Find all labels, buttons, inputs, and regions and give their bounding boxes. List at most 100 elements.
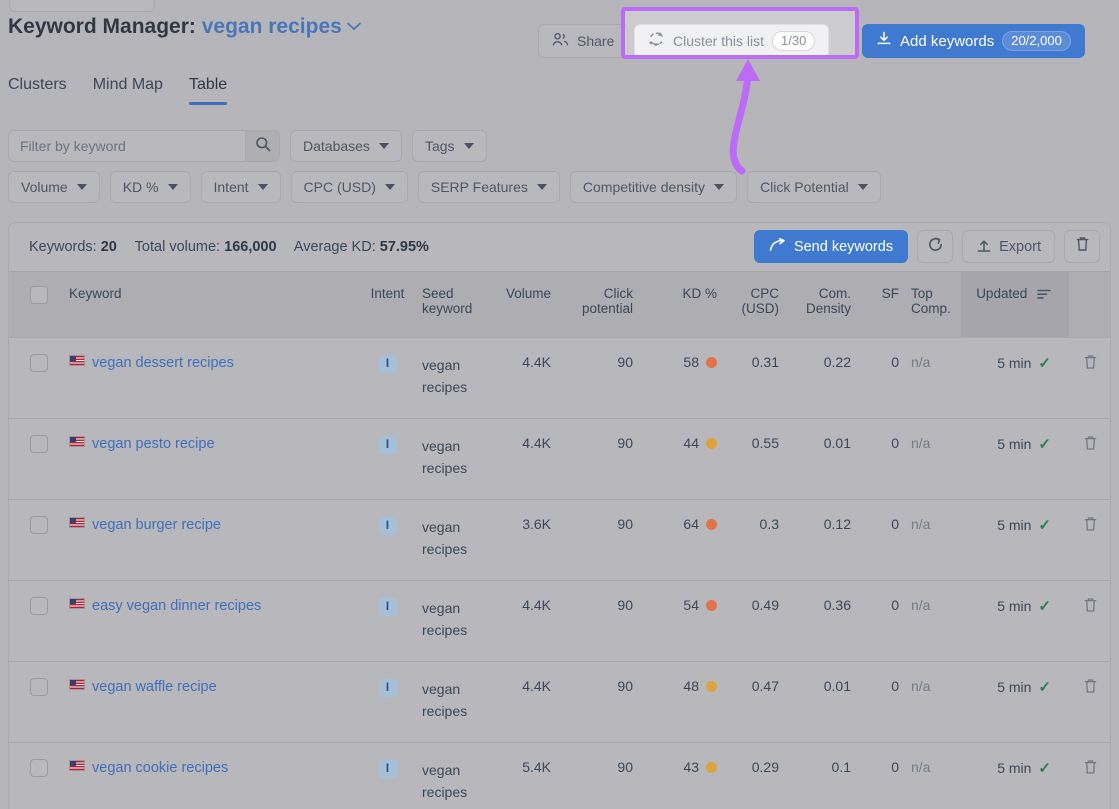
keyword-filter[interactable]: [8, 130, 280, 162]
updated-cell: 5 min ✓: [961, 661, 1069, 743]
row-checkbox[interactable]: [30, 435, 48, 453]
table-row[interactable]: vegan dessert recipes Ivegan recipes 4.4K 90…: [9, 337, 1110, 419]
click-potential-cell: 90: [573, 499, 655, 581]
filter-databases[interactable]: Databases: [290, 130, 402, 162]
refresh-button[interactable]: [917, 230, 954, 263]
col-kd[interactable]: KD %: [655, 271, 727, 338]
col-volume[interactable]: Volume: [498, 271, 573, 338]
panel-action-buttons: Send keywords Export: [753, 230, 1100, 263]
filter-serp-features[interactable]: SERP Features: [417, 171, 560, 203]
send-keywords-button[interactable]: Send keywords: [753, 230, 909, 263]
filter-kd[interactable]: KD %: [109, 171, 191, 203]
add-keywords-button[interactable]: Add keywords 20/2,000: [862, 24, 1085, 58]
row-delete-icon[interactable]: [1083, 679, 1098, 697]
row-delete-cell: [1069, 661, 1110, 743]
kd-cell: 44: [655, 418, 727, 500]
chevron-down-icon: [257, 184, 268, 190]
check-icon: ✓: [1038, 760, 1051, 777]
table-row[interactable]: vegan burger recipe Ivegan recipes 3.6K 90 64…: [9, 499, 1110, 581]
filter-click-potential[interactable]: Click Potential: [747, 171, 881, 203]
filter-cpc[interactable]: CPC (USD): [290, 171, 408, 203]
select-all-checkbox[interactable]: [30, 286, 48, 304]
chevron-down-icon: [378, 143, 389, 149]
tab-clusters[interactable]: Clusters: [8, 76, 67, 105]
row-checkbox[interactable]: [30, 516, 48, 534]
keyword-cell: vegan pesto recipe: [69, 418, 359, 500]
seed-keyword-cell: vegan recipes: [416, 742, 498, 809]
col-keyword[interactable]: Keyword: [69, 271, 359, 338]
table-row[interactable]: vegan waffle recipe Ivegan recipes 4.4K 90 48…: [9, 661, 1110, 743]
search-input[interactable]: [9, 131, 245, 161]
col-click-potential[interactable]: Click potential: [573, 271, 655, 338]
filter-row-primary: Databases Tags: [8, 130, 1108, 162]
chevron-down-icon: [384, 184, 395, 190]
search-button[interactable]: [245, 131, 279, 161]
table-row[interactable]: vegan cookie recipes Ivegan recipes 5.4K 90 4…: [9, 742, 1110, 809]
updated-cell: 5 min ✓: [961, 499, 1069, 581]
sf-cell: 0: [865, 499, 899, 581]
intent-badge[interactable]: I: [378, 598, 397, 616]
row-delete-icon[interactable]: [1083, 760, 1098, 778]
row-delete-cell: [1069, 742, 1110, 809]
keyword-link[interactable]: vegan cookie recipes: [92, 760, 228, 776]
row-checkbox[interactable]: [30, 597, 48, 615]
filter-kd-label: KD %: [122, 179, 159, 195]
table-row[interactable]: easy vegan dinner recipes Ivegan recipes 4.…: [9, 580, 1110, 662]
table-header-row: Keyword Intent Seed keyword Volume Click…: [9, 271, 1110, 338]
filter-tags[interactable]: Tags: [411, 130, 487, 162]
keyword-link[interactable]: vegan waffle recipe: [92, 679, 217, 695]
keyword-link[interactable]: easy vegan dinner recipes: [92, 598, 261, 614]
keyword-link[interactable]: vegan dessert recipes: [92, 355, 234, 371]
row-checkbox[interactable]: [30, 354, 48, 372]
col-seed-keyword[interactable]: Seed keyword: [416, 271, 498, 338]
check-icon: ✓: [1038, 436, 1051, 453]
intent-badge[interactable]: I: [378, 436, 397, 454]
col-row-actions: [1069, 271, 1110, 338]
row-delete-icon[interactable]: [1083, 598, 1098, 616]
chevron-down-icon[interactable]: [346, 18, 361, 35]
keyword-link[interactable]: vegan burger recipe: [92, 517, 221, 533]
filter-databases-label: Databases: [303, 138, 370, 154]
col-top-comp[interactable]: Top Comp.: [899, 271, 961, 338]
table-row[interactable]: vegan pesto recipe Ivegan recipes 4.4K 90 44 0…: [9, 418, 1110, 500]
filter-volume[interactable]: Volume: [8, 171, 100, 203]
intent-badge[interactable]: I: [378, 517, 397, 535]
send-arrow-icon: [769, 237, 786, 256]
share-button[interactable]: Share: [538, 24, 629, 58]
updated-value: 5 min: [997, 598, 1032, 614]
intent-cell: I: [359, 337, 416, 419]
intent-badge[interactable]: I: [378, 760, 397, 778]
check-icon: ✓: [1038, 355, 1051, 372]
tab-mind-map[interactable]: Mind Map: [93, 76, 163, 105]
kd-cell: 54: [655, 580, 727, 662]
row-delete-icon[interactable]: [1083, 355, 1098, 373]
col-intent[interactable]: Intent: [359, 271, 416, 338]
refresh-icon: [927, 236, 944, 258]
cluster-this-list-button[interactable]: Cluster this list 1/30: [634, 24, 830, 58]
filter-intent[interactable]: Intent: [200, 171, 281, 203]
filter-click-potential-label: Click Potential: [760, 179, 849, 195]
col-sf[interactable]: SF: [865, 271, 899, 338]
cpc-cell: 0.47: [727, 661, 789, 743]
delete-selected-button[interactable]: [1064, 230, 1100, 263]
col-com-density[interactable]: Com. Density: [789, 271, 865, 338]
export-button[interactable]: Export: [962, 230, 1055, 263]
col-updated[interactable]: Updated: [961, 271, 1069, 338]
seed-keyword-cell: vegan recipes: [416, 337, 498, 419]
col-cpc[interactable]: CPC (USD): [727, 271, 789, 338]
keyword-link[interactable]: vegan pesto recipe: [92, 436, 215, 452]
row-delete-icon[interactable]: [1083, 517, 1098, 535]
filter-volume-label: Volume: [21, 179, 68, 195]
filter-competitive-density[interactable]: Competitive density: [569, 171, 738, 203]
cpc-cell: 0.31: [727, 337, 789, 419]
keyword-list-name[interactable]: vegan recipes: [202, 15, 342, 38]
kd-severity-dot: [706, 437, 717, 449]
row-checkbox[interactable]: [30, 678, 48, 696]
tab-table[interactable]: Table: [188, 76, 228, 105]
intent-badge[interactable]: I: [378, 355, 397, 373]
top-comp-cell: n/a: [899, 742, 961, 809]
row-delete-icon[interactable]: [1083, 436, 1098, 454]
row-checkbox[interactable]: [30, 759, 48, 777]
sf-cell: 0: [865, 742, 899, 809]
intent-badge[interactable]: I: [378, 679, 397, 697]
